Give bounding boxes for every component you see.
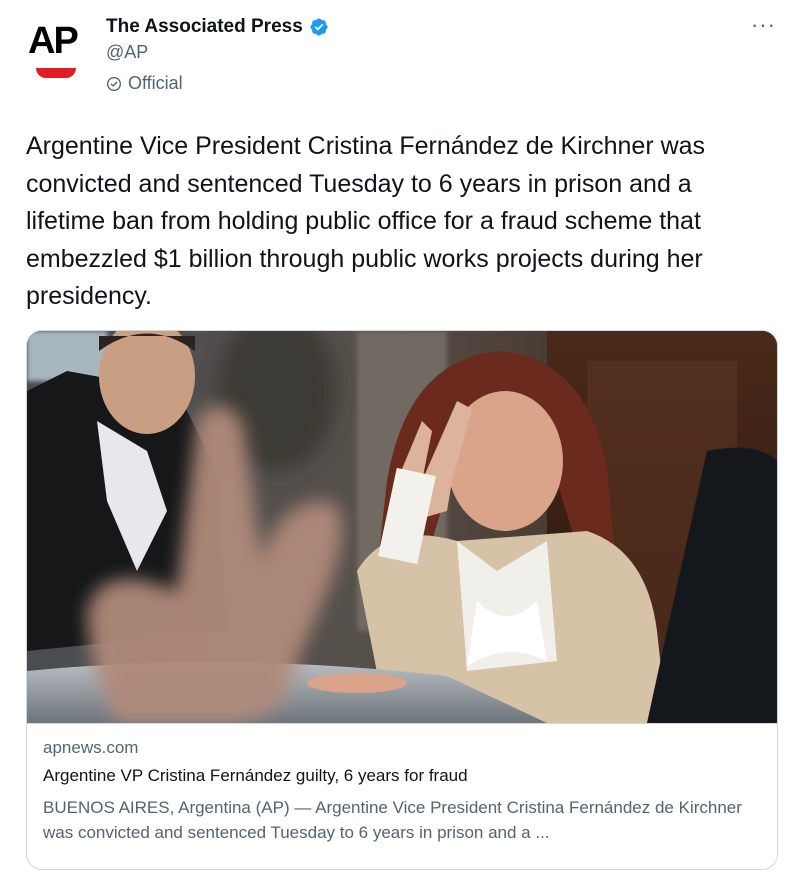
link-card[interactable]: apnews.com Argentine VP Cristina Fernánd… xyxy=(26,330,778,870)
card-title: Argentine VP Cristina Fernández guilty, … xyxy=(43,766,468,785)
tweet-text: Argentine Vice President Cristina Fernán… xyxy=(26,132,706,310)
card-description: BUENOS AIRES, Argentina (AP) — Argentine… xyxy=(43,798,742,842)
news-photo xyxy=(27,331,777,723)
name-row: The Associated Press xyxy=(106,16,329,38)
ap-logo-text: AP xyxy=(28,20,79,62)
account-handle[interactable]: @AP xyxy=(106,42,329,63)
official-label: Official xyxy=(106,73,329,94)
tweet-header: The Associated Press @AP Official xyxy=(106,16,329,94)
official-badge-icon xyxy=(107,76,121,91)
card-image[interactable] xyxy=(27,331,777,723)
tweet: AP The Associated Press @AP Official ···… xyxy=(0,0,800,885)
card-domain: apnews.com xyxy=(43,738,139,757)
ap-logo-bar xyxy=(36,68,76,78)
account-name[interactable]: The Associated Press xyxy=(106,16,303,38)
avatar[interactable]: AP xyxy=(24,18,90,84)
more-options-icon[interactable]: ··· xyxy=(751,12,776,38)
card-meta: apnews.com Argentine VP Cristina Fernánd… xyxy=(27,723,777,859)
verified-badge-icon xyxy=(310,18,328,36)
official-text: Official xyxy=(128,73,183,93)
